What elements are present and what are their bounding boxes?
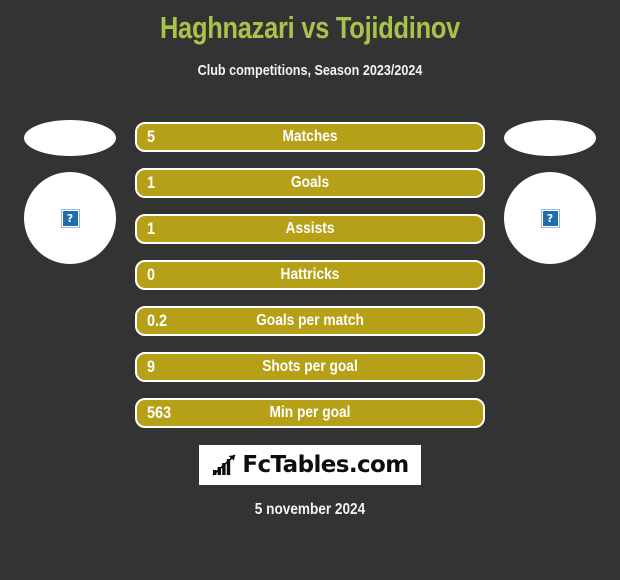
stats-bar-list: 5 Matches 1 Goals 1 Assists 0 Hattricks … xyxy=(135,122,485,444)
stat-row-shots-per-goal: 9 Shots per goal xyxy=(135,352,485,382)
player-left-avatar: ? xyxy=(24,172,116,264)
stat-label: Assists xyxy=(285,220,335,237)
stat-label: Goals per match xyxy=(256,312,364,329)
stat-label: Goals xyxy=(290,174,330,191)
stat-row-assists: 1 Assists xyxy=(135,214,485,244)
stat-value: 0 xyxy=(147,265,156,284)
stat-label: Min per goal xyxy=(269,404,351,421)
stat-row-goals-per-match: 0.2 Goals per match xyxy=(135,306,485,336)
stat-row-matches: 5 Matches xyxy=(135,122,485,152)
player-left-photo-top-oval xyxy=(24,120,116,156)
stat-label: Shots per goal xyxy=(262,358,358,375)
stat-row-hattricks: 0 Hattricks xyxy=(135,260,485,290)
broken-image-icon: ? xyxy=(540,208,560,228)
stat-label: Hattricks xyxy=(280,266,340,283)
stat-row-min-per-goal: 563 Min per goal xyxy=(135,398,485,428)
stat-value: 1 xyxy=(147,173,156,192)
broken-image-question-glyph: ? xyxy=(542,210,558,226)
stat-label: Matches xyxy=(282,128,338,145)
stat-row-goals: 1 Goals xyxy=(135,168,485,198)
broken-image-icon: ? xyxy=(60,208,80,228)
page-subtitle: Club competitions, Season 2023/2024 xyxy=(197,62,423,79)
stat-value: 1 xyxy=(147,219,156,238)
bar-chart-growth-icon xyxy=(212,454,236,476)
broken-image-question-glyph: ? xyxy=(62,210,78,226)
page-title: Haghnazari vs Tojiddinov xyxy=(159,10,461,45)
player-right-photo-top-oval xyxy=(504,120,596,156)
logo-text: FcTables.com xyxy=(242,452,409,478)
stats-comparison-page: Haghnazari vs Tojiddinov Club competitio… xyxy=(0,0,620,580)
fctables-logo[interactable]: FcTables.com xyxy=(199,445,421,485)
player-right-avatar: ? xyxy=(504,172,596,264)
generated-date: 5 november 2024 xyxy=(254,501,366,518)
stat-value: 9 xyxy=(147,357,156,376)
stat-value: 5 xyxy=(147,127,156,146)
